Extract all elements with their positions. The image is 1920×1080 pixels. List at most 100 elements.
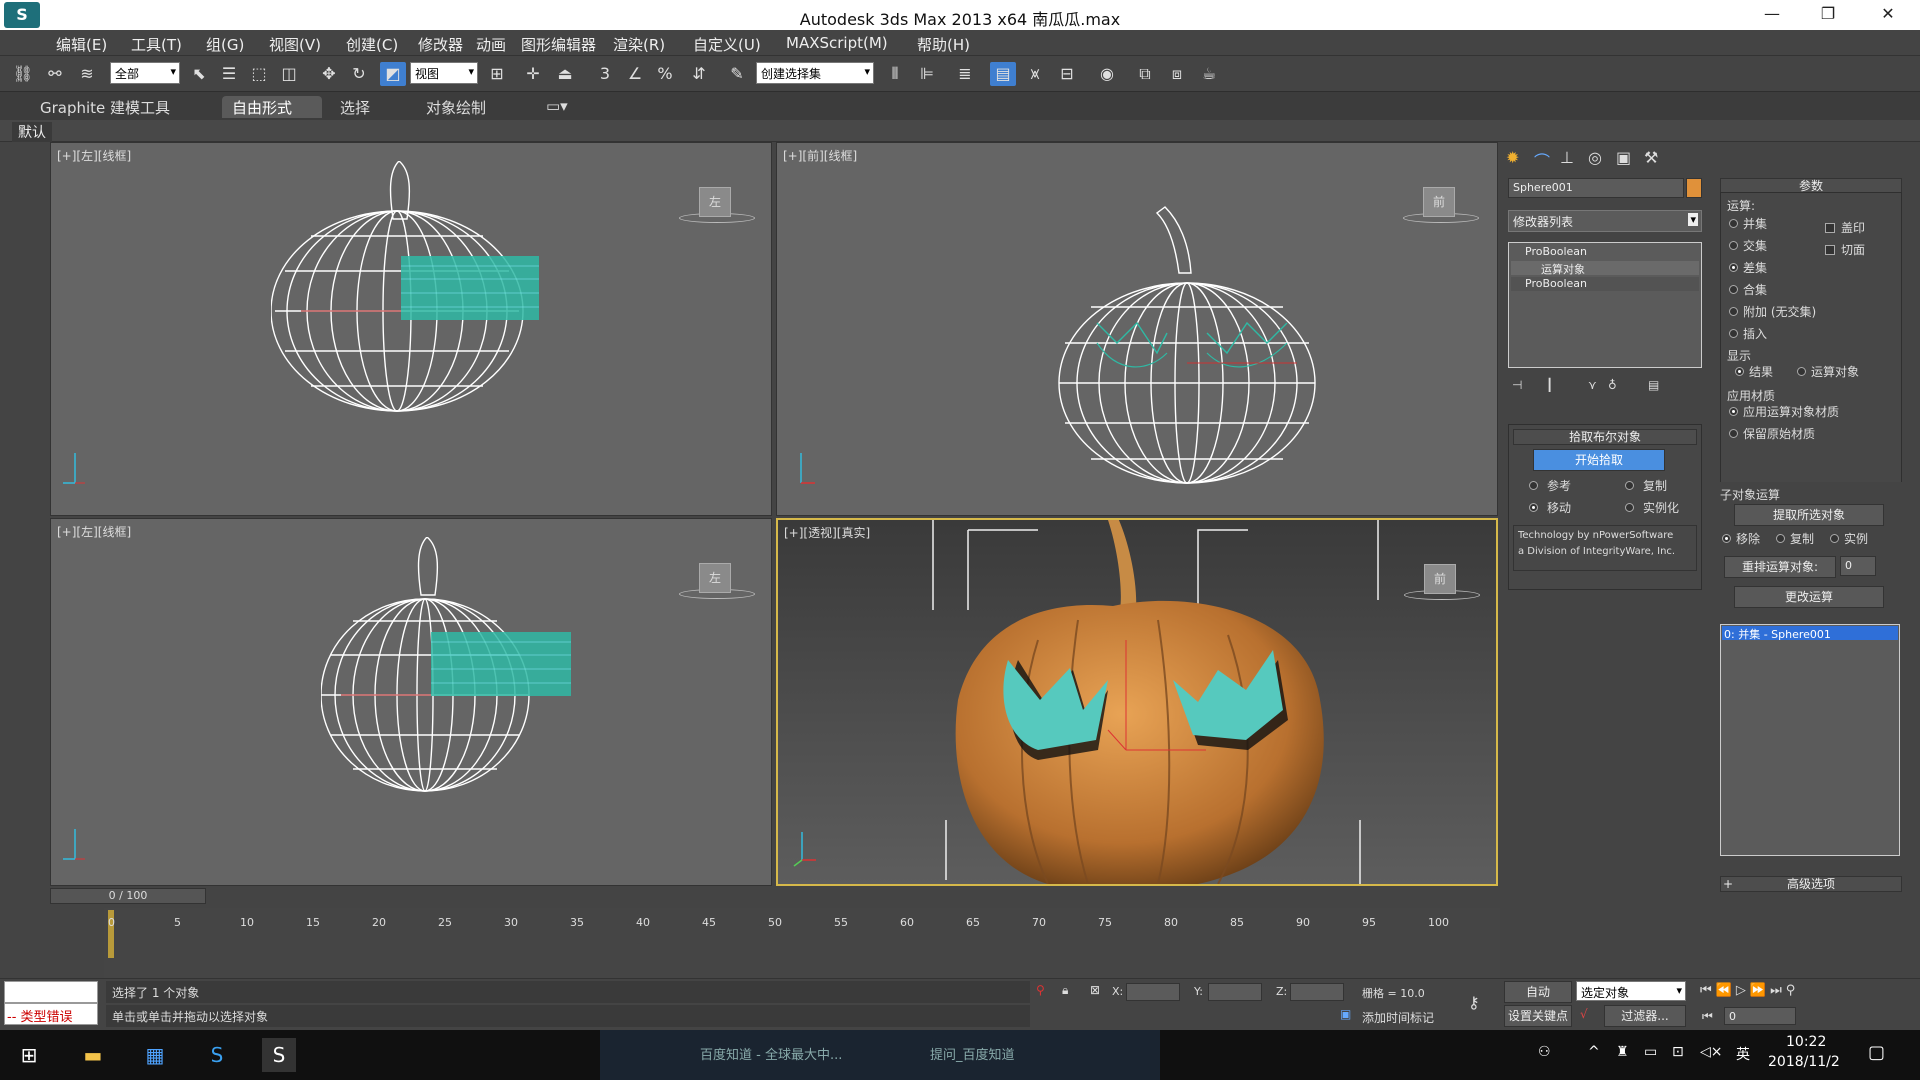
file-explorer-icon[interactable]: ▬ bbox=[76, 1038, 110, 1072]
minimize-button[interactable]: — bbox=[1744, 0, 1800, 30]
menu-create[interactable]: 创建(C) bbox=[346, 34, 398, 55]
prev-frame-icon[interactable]: ⏪ bbox=[1716, 983, 1736, 998]
people-icon[interactable]: ⚇ bbox=[1538, 1044, 1551, 1060]
zoom-icon[interactable]: ⚲ bbox=[1786, 983, 1800, 998]
cookie-checkbox[interactable] bbox=[1825, 245, 1835, 255]
key-mode-toggle-icon[interactable]: ⏮ bbox=[1702, 1009, 1713, 1024]
merge-radio[interactable] bbox=[1729, 285, 1738, 294]
scale-icon[interactable]: ◩ bbox=[380, 62, 406, 86]
union-radio[interactable] bbox=[1729, 219, 1738, 228]
menu-group[interactable]: 组(G) bbox=[206, 34, 244, 55]
absolute-mode-icon[interactable]: ⊠ bbox=[1090, 983, 1100, 997]
named-selection-dropdown[interactable]: 创建选择集 ▾ bbox=[756, 62, 874, 84]
curve-editor-icon[interactable]: ⩙ bbox=[1022, 62, 1048, 86]
security-icon[interactable]: ♜ bbox=[1616, 1044, 1629, 1060]
keyboard-shortcut-icon[interactable]: ⏏ bbox=[552, 62, 578, 86]
z-coordinate-field[interactable] bbox=[1290, 983, 1344, 1001]
retain-material-radio[interactable] bbox=[1729, 429, 1738, 438]
attach-radio[interactable] bbox=[1729, 307, 1738, 316]
viewcube[interactable]: 左 bbox=[699, 187, 731, 217]
extract-instance-radio[interactable] bbox=[1830, 534, 1839, 543]
taskbar-tab[interactable]: 提问_百度知道 bbox=[930, 1044, 1015, 1063]
restore-button[interactable]: ❐ bbox=[1800, 0, 1856, 30]
menu-modifiers[interactable]: 修改器 bbox=[418, 34, 463, 55]
percent-snap-icon[interactable]: % bbox=[652, 62, 678, 86]
pin-stack-icon[interactable]: ⊣ bbox=[1512, 378, 1522, 392]
menu-view[interactable]: 视图(V) bbox=[269, 34, 321, 55]
viewport-front-top[interactable]: [+][前][线框] 前 bbox=[776, 142, 1498, 516]
modifier-list-dropdown[interactable]: 修改器列表 ▾ bbox=[1508, 210, 1702, 232]
menu-tools[interactable]: 工具(T) bbox=[131, 34, 182, 55]
pick-move-radio[interactable] bbox=[1529, 503, 1538, 512]
tab-object-paint[interactable]: 对象绘制 bbox=[416, 96, 496, 118]
y-coordinate-field[interactable] bbox=[1208, 983, 1262, 1001]
select-by-name-icon[interactable]: ☰ bbox=[216, 62, 242, 86]
remove-modifier-icon[interactable]: ♁ bbox=[1608, 378, 1617, 392]
insert-radio[interactable] bbox=[1729, 329, 1738, 338]
selection-filter-dropdown[interactable]: 全部 ▾ bbox=[110, 62, 180, 84]
3dsmax-taskbar-icon[interactable]: S bbox=[262, 1038, 296, 1072]
angle-snap-icon[interactable]: ∠ bbox=[622, 62, 648, 86]
create-tab-icon[interactable]: ✹ bbox=[1506, 148, 1519, 167]
pick-instance-radio[interactable] bbox=[1625, 503, 1634, 512]
set-key-button[interactable]: 设置关键点 bbox=[1504, 1005, 1572, 1027]
select-manipulate-icon[interactable]: ✛ bbox=[520, 62, 546, 86]
viewport-label[interactable]: [+][前][线框] bbox=[783, 147, 857, 164]
windows-start-icon[interactable]: ⊞ bbox=[12, 1038, 46, 1072]
auto-key-button[interactable]: 自动 bbox=[1504, 981, 1572, 1003]
tab-graphite-modeling[interactable]: Graphite 建模工具 bbox=[30, 96, 180, 118]
apply-operand-material-radio[interactable] bbox=[1729, 407, 1738, 416]
bind-spacewarp-icon[interactable]: ≋ bbox=[74, 62, 100, 86]
stack-item[interactable]: 运算对象 bbox=[1511, 261, 1699, 276]
viewport-label[interactable]: [+][左][线框] bbox=[57, 523, 131, 540]
material-editor-icon[interactable]: ◉ bbox=[1094, 62, 1120, 86]
subtraction-radio[interactable] bbox=[1729, 263, 1738, 272]
operand-list-item[interactable]: 0: 并集 - Sphere001 bbox=[1722, 626, 1898, 641]
key-mode-dropdown[interactable]: 选定对象 ▾ bbox=[1576, 981, 1686, 1001]
network-icon[interactable]: ⊡ bbox=[1672, 1044, 1684, 1060]
start-pick-button[interactable]: 开始拾取 bbox=[1533, 449, 1665, 471]
viewcube[interactable]: 前 bbox=[1423, 187, 1455, 217]
menu-help[interactable]: 帮助(H) bbox=[917, 34, 970, 55]
show-end-result-icon[interactable]: ┃ bbox=[1546, 378, 1553, 392]
ref-coord-dropdown[interactable]: 视图 ▾ bbox=[410, 62, 478, 84]
modify-tab-icon[interactable]: ⌒ bbox=[1534, 148, 1550, 172]
isolate-icon[interactable]: ⚲ bbox=[1036, 983, 1045, 997]
tab-selection[interactable]: 选择 bbox=[330, 96, 380, 118]
viewport-left-bottom[interactable]: [+][左][线框] 左 bbox=[50, 518, 772, 886]
next-frame-icon[interactable]: ⏩ bbox=[1750, 983, 1770, 998]
pivot-center-icon[interactable]: ⊞ bbox=[484, 62, 510, 86]
advanced-options-rollout[interactable]: + 高级选项 bbox=[1720, 876, 1902, 892]
unlink-icon[interactable]: ⚯ bbox=[42, 62, 68, 86]
lock-selection-icon[interactable]: 🔒︎ bbox=[1062, 983, 1068, 998]
sogou-browser-icon[interactable]: S bbox=[200, 1038, 234, 1072]
viewport-perspective[interactable]: [+][透视][真实] 前 bbox=[776, 518, 1498, 886]
schematic-view-icon[interactable]: ⊟ bbox=[1054, 62, 1080, 86]
utilities-tab-icon[interactable]: ⚒ bbox=[1644, 148, 1658, 167]
make-unique-icon[interactable]: ⋎ bbox=[1588, 378, 1597, 392]
tab-freeform[interactable]: 自由形式 bbox=[222, 96, 322, 118]
hierarchy-tab-icon[interactable]: ⊥ bbox=[1560, 148, 1574, 167]
viewport-left-top[interactable]: [+][左][线框] 左 bbox=[50, 142, 772, 516]
extract-selected-button[interactable]: 提取所选对象 bbox=[1734, 504, 1884, 526]
pick-copy-radio[interactable] bbox=[1625, 481, 1634, 490]
volume-icon[interactable]: ◁× bbox=[1700, 1044, 1723, 1060]
time-slider[interactable]: 0 / 100 bbox=[50, 888, 206, 904]
pick-ref-radio[interactable] bbox=[1529, 481, 1538, 490]
notifications-icon[interactable]: ▢ bbox=[1868, 1042, 1885, 1063]
motion-tab-icon[interactable]: ◎ bbox=[1588, 148, 1602, 167]
layer-manager-icon[interactable]: ≣ bbox=[952, 62, 978, 86]
menu-maxscript[interactable]: MAXScript(M) bbox=[786, 34, 888, 52]
intersection-radio[interactable] bbox=[1729, 241, 1738, 250]
current-frame-field[interactable]: 0 bbox=[1724, 1007, 1796, 1025]
viewport-label[interactable]: [+][左][线框] bbox=[57, 147, 131, 164]
extract-remove-radio[interactable] bbox=[1722, 534, 1731, 543]
change-operation-button[interactable]: 更改运算 bbox=[1734, 586, 1884, 608]
maxscript-listener-mini[interactable] bbox=[4, 981, 98, 1003]
add-time-tag-label[interactable]: 添加时间标记 bbox=[1362, 1009, 1434, 1026]
rotate-icon[interactable]: ↻ bbox=[346, 62, 372, 86]
extract-copy-radio[interactable] bbox=[1776, 534, 1785, 543]
rollout-title[interactable]: 拾取布尔对象 bbox=[1513, 429, 1697, 445]
edit-named-sets-icon[interactable]: ✎ bbox=[724, 62, 750, 86]
play-icon[interactable]: ▷ bbox=[1736, 983, 1750, 998]
